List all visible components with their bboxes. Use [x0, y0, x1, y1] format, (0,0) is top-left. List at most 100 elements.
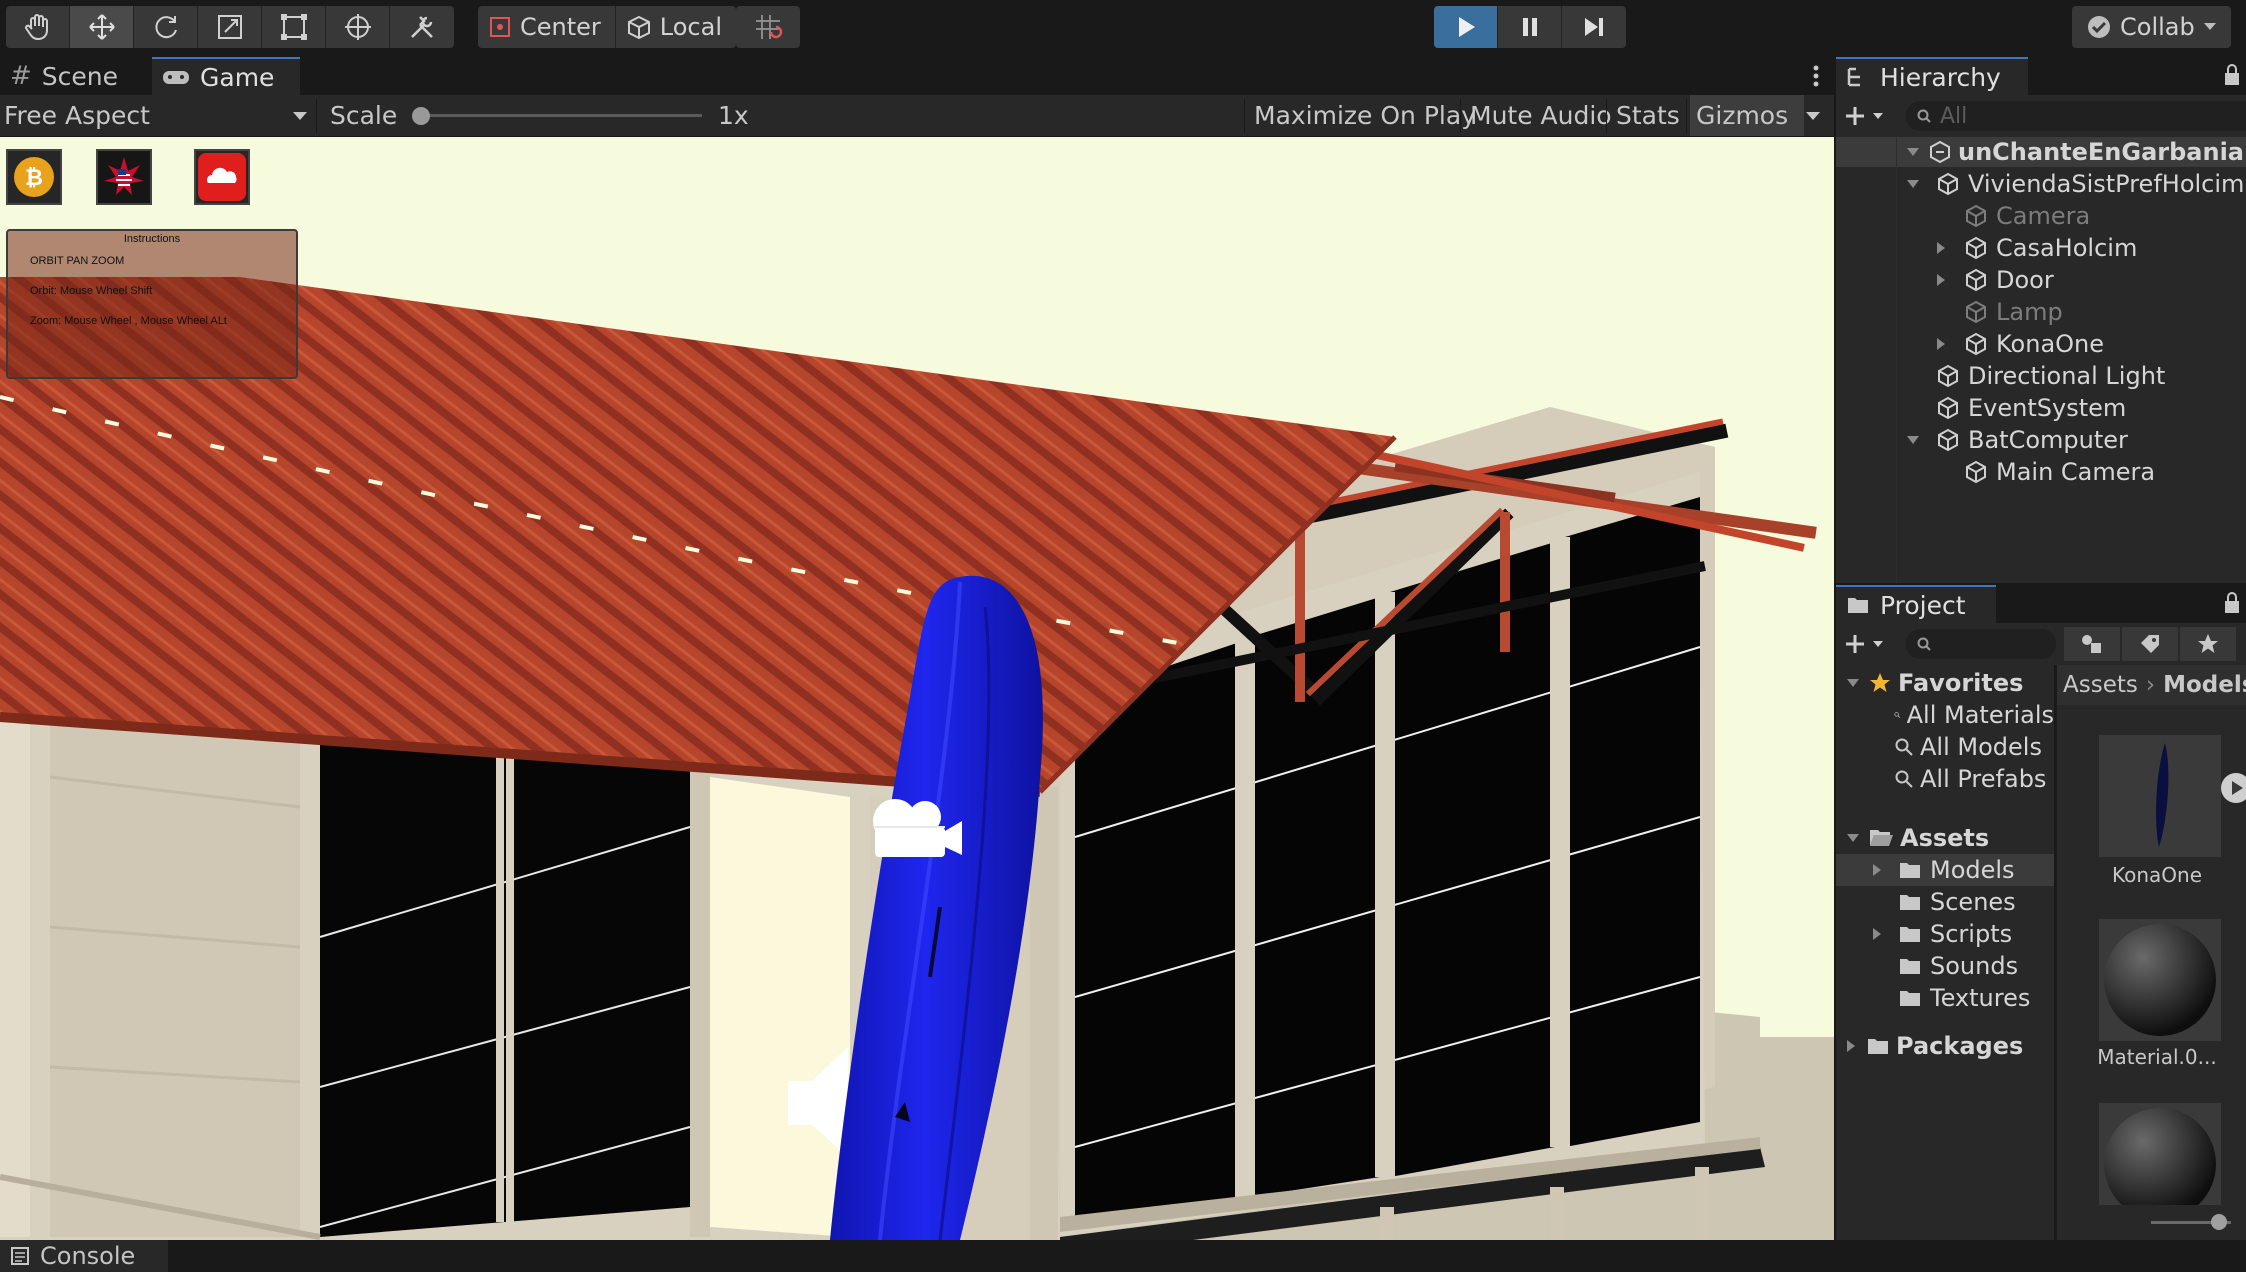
breadcrumb-models[interactable]: Models: [2163, 672, 2246, 698]
grid-snap-button[interactable]: [736, 6, 800, 48]
lock-icon[interactable]: [2222, 591, 2242, 615]
collapsed-arrow-icon[interactable]: [1872, 863, 1882, 877]
create-dropdown[interactable]: [1844, 101, 1894, 131]
hierarchy-item[interactable]: CasaHolcim: [1836, 232, 2246, 264]
hierarchy-search-input[interactable]: All: [1906, 101, 2246, 131]
move-tool-button[interactable]: [70, 6, 134, 48]
asset-material-thumb[interactable]: [2099, 919, 2221, 1041]
panel-menu-button[interactable]: [1806, 63, 1826, 89]
pause-button[interactable]: [1498, 6, 1562, 48]
game-viewport[interactable]: ₿ Instructions ORBIT PAN ZOOM Orbit: Mou…: [0, 137, 1834, 1240]
hierarchy-item-label: Door: [1996, 266, 2054, 294]
breadcrumb-assets[interactable]: Assets: [2063, 672, 2138, 698]
custom-tool-button[interactable]: [390, 6, 454, 48]
favorites-row[interactable]: Favorites: [1836, 667, 2054, 699]
packages-row[interactable]: Packages: [1836, 1030, 2054, 1062]
flag-leaf-button[interactable]: [96, 149, 152, 205]
expand-arrow-icon[interactable]: [1906, 435, 1920, 445]
rotate-tool-button[interactable]: [134, 6, 198, 48]
scene-root-row[interactable]: unChanteEnGarbania: [1836, 137, 2246, 168]
tab-console[interactable]: Console: [0, 1240, 168, 1272]
aspect-dropdown[interactable]: Free Aspect: [4, 95, 310, 136]
scale-slider[interactable]: [412, 105, 708, 127]
surfboard-thumbnail: [2156, 743, 2169, 847]
expand-arrow-icon[interactable]: [1906, 179, 1920, 189]
scale-slider-thumb[interactable]: [412, 107, 430, 125]
material-sphere-icon: [2104, 924, 2216, 1036]
filter-by-type-button[interactable]: [2064, 627, 2120, 661]
hierarchy-search-placeholder: All: [1940, 103, 1968, 129]
lock-icon[interactable]: [2222, 63, 2242, 87]
step-button[interactable]: [1562, 6, 1626, 48]
mute-audio-toggle[interactable]: Mute Audio: [1470, 95, 1612, 136]
pivot-rotation-button[interactable]: Local: [616, 6, 736, 48]
local-space-icon: [627, 15, 650, 40]
tools-icon: [411, 16, 433, 38]
bitcoin-button[interactable]: ₿: [6, 149, 62, 205]
instructions-line-3: Zoom: Mouse Wheel , Mouse Wheel ALt: [30, 315, 227, 327]
hierarchy-item-label: Lamp: [1996, 298, 2063, 326]
console-tab-bar: Console: [0, 1240, 2246, 1272]
hierarchy-item[interactable]: Lamp: [1836, 296, 2246, 328]
asset-folder-models[interactable]: Models: [1836, 854, 2054, 886]
instructions-title: Instructions: [123, 233, 181, 245]
gameobject-cube-icon: [1966, 236, 1986, 260]
asset-folder-textures[interactable]: Textures: [1836, 982, 2054, 1014]
expand-arrow-icon: [1907, 148, 1919, 156]
instructions-line-1: ORBIT PAN ZOOM: [30, 255, 125, 267]
star-icon: [2198, 634, 2218, 653]
hierarchy-item[interactable]: EventSystem: [1836, 392, 2246, 424]
check-circle-icon: [2088, 16, 2110, 38]
expand-prefab-button[interactable]: [2221, 773, 2246, 803]
favorite-search-item[interactable]: All Materials: [1836, 699, 2054, 731]
tab-scene[interactable]: # Scene: [0, 57, 150, 95]
hand-tool-button[interactable]: [6, 6, 70, 48]
collapsed-arrow-icon[interactable]: [1872, 927, 1882, 941]
project-search-input[interactable]: [1906, 629, 2056, 659]
gizmos-dropdown[interactable]: [1798, 95, 1828, 136]
hierarchy-item[interactable]: Door: [1836, 264, 2246, 296]
asset-folder-scenes[interactable]: Scenes: [1836, 886, 2054, 918]
tab-project[interactable]: Project: [1836, 585, 1996, 623]
stats-label: Stats: [1616, 101, 1680, 130]
favorites-label: Favorites: [1898, 669, 2024, 697]
filter-by-label-button[interactable]: [2122, 627, 2178, 661]
collab-button[interactable]: Collab: [2072, 6, 2231, 48]
collapsed-arrow-icon[interactable]: [1936, 337, 1946, 351]
maximize-on-play-toggle[interactable]: Maximize On Play: [1254, 95, 1476, 136]
pivot-mode-button[interactable]: Center: [478, 6, 616, 48]
asset-folder-sounds[interactable]: Sounds: [1836, 950, 2054, 982]
collapsed-arrow-icon[interactable]: [1936, 241, 1946, 255]
hierarchy-item[interactable]: Camera: [1836, 200, 2246, 232]
hierarchy-item[interactable]: BatComputer: [1836, 424, 2246, 456]
favorite-search-item[interactable]: All Models: [1836, 731, 2054, 763]
star-icon: [1870, 673, 1890, 692]
rotate-icon: [154, 16, 177, 39]
collapsed-arrow-icon[interactable]: [1936, 273, 1946, 287]
favorite-search-item[interactable]: All Prefabs: [1836, 763, 2054, 795]
create-asset-dropdown[interactable]: [1844, 629, 1894, 659]
assets-row[interactable]: Assets: [1836, 822, 2054, 854]
asset-size-slider-thumb[interactable]: [2211, 1214, 2227, 1230]
rect-tool-button[interactable]: [262, 6, 326, 48]
hierarchy-item[interactable]: Main Camera: [1836, 456, 2246, 488]
gizmos-toggle[interactable]: Gizmos: [1690, 95, 1804, 136]
unity-scene-icon: [1930, 140, 1950, 164]
transform-tool-button[interactable]: [326, 6, 390, 48]
favorites-filter-button[interactable]: [2180, 627, 2236, 661]
tab-hierarchy[interactable]: Hierarchy: [1836, 57, 2028, 95]
soundcloud-button[interactable]: [194, 149, 250, 205]
hierarchy-item[interactable]: Directional Light: [1836, 360, 2246, 392]
asset-folder-scripts[interactable]: Scripts: [1836, 918, 2054, 950]
packages-label: Packages: [1896, 1032, 2024, 1060]
hierarchy-item[interactable]: KonaOne: [1836, 328, 2246, 360]
console-label: Console: [40, 1242, 136, 1270]
tab-game[interactable]: Game: [152, 57, 300, 95]
scale-tool-button[interactable]: [198, 6, 262, 48]
stats-toggle[interactable]: Stats: [1616, 95, 1680, 136]
project-asset-grid: Assets › Models KonaOne Material.0...: [2056, 665, 2246, 1240]
play-button[interactable]: [1434, 6, 1498, 48]
hierarchy-item[interactable]: ViviendaSistPrefHolcim: [1836, 168, 2246, 200]
pivot-group: Center Local: [478, 6, 736, 48]
asset-konaone-thumb[interactable]: [2099, 735, 2221, 857]
